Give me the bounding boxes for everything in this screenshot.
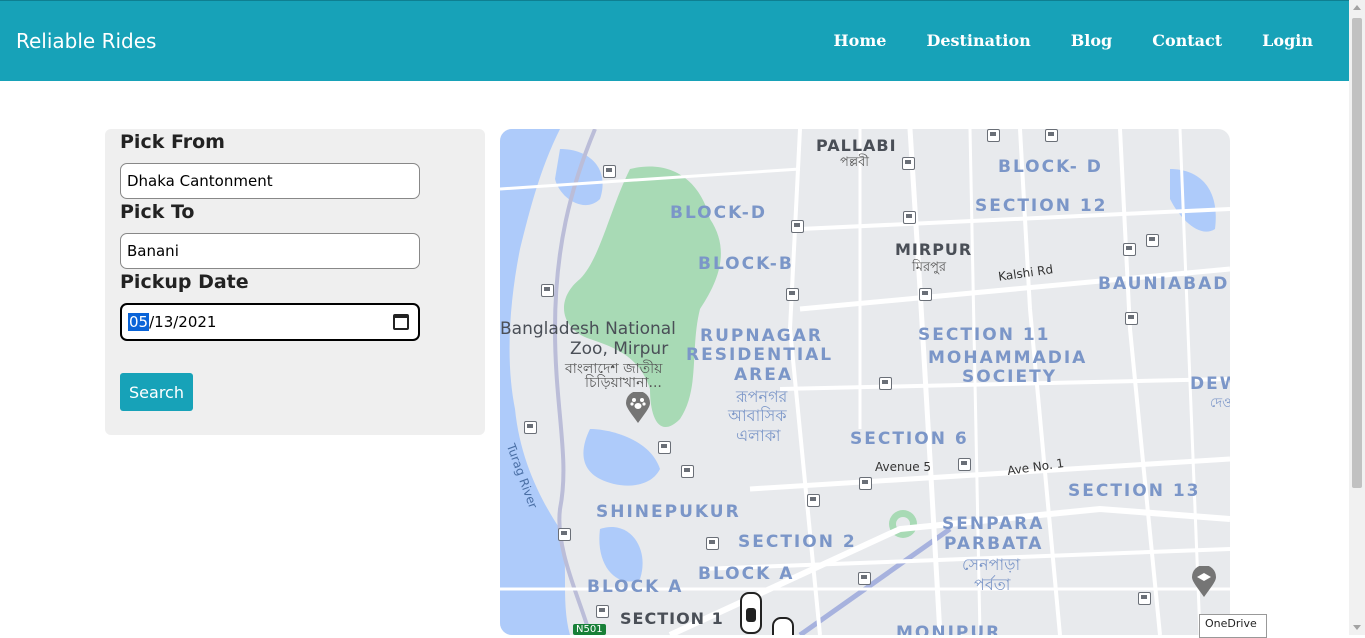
date-month-segment[interactable]: 05 — [128, 313, 150, 331]
bus-stop-icon[interactable] — [858, 572, 871, 585]
calendar-icon[interactable] — [393, 314, 409, 330]
bus-stop-icon[interactable] — [1138, 592, 1151, 605]
map-label-dew-bn: দেও — [1210, 396, 1230, 411]
zoo-paw-icon[interactable] — [626, 392, 650, 424]
bus-stop-icon[interactable] — [1123, 243, 1136, 256]
map-label-senpara: SENPARA — [942, 514, 1045, 534]
nav-contact-link[interactable]: Contact — [1152, 31, 1222, 50]
bus-stop-icon[interactable] — [919, 288, 932, 301]
map-label-shinepukur: SHINEPUKUR — [596, 502, 741, 522]
map-label-zoo-bn-2: চিড়িয়াখানা... — [585, 375, 662, 391]
date-rest-segment[interactable]: /13/2021 — [149, 313, 216, 331]
bus-stop-icon[interactable] — [791, 220, 804, 233]
map-label-residential: RESIDENTIAL — [686, 345, 834, 365]
nav-links: Home Destination Blog Contact Login — [794, 31, 1313, 50]
map-label-parbata-bn: পর্বতা — [974, 575, 1011, 594]
map-label-section-11: SECTION 11 — [918, 325, 1051, 345]
pick-to-input[interactable]: Banani — [120, 233, 420, 269]
pickup-date-input[interactable]: 05/13/2021 — [120, 303, 420, 341]
pick-from-label: Pick From — [120, 131, 225, 153]
map-label-zoo-2: Zoo, Mirpur — [570, 339, 669, 359]
bus-stop-icon[interactable] — [681, 465, 694, 478]
map-label-n501: N501 — [573, 624, 606, 635]
map-label-bauniabad: BAUNIABAD — [1098, 274, 1230, 294]
bus-stop-icon[interactable] — [1045, 129, 1058, 142]
map-label-avenue-5: Avenue 5 — [875, 460, 932, 474]
bus-stop-icon[interactable] — [859, 477, 872, 490]
car-icon[interactable] — [740, 592, 762, 634]
map-label-society: SOCIETY — [962, 367, 1058, 387]
nav-login-link[interactable]: Login — [1262, 31, 1313, 50]
map-label-mirpur: MIRPUR — [895, 240, 973, 259]
map-label-monipur: MONIPUR — [896, 623, 1002, 635]
map-label-pallabi-bn: পল্লবী — [840, 155, 870, 170]
map-label-block-d-top: BLOCK- D — [998, 157, 1103, 177]
map-label-mohammadia: MOHAMMADIA — [928, 348, 1088, 368]
map-view[interactable]: PALLABI পল্লবী BLOCK- D SECTION 12 BLOCK… — [500, 129, 1230, 635]
pick-to-label: Pick To — [120, 201, 195, 223]
nav-blog-link[interactable]: Blog — [1071, 31, 1112, 50]
map-label-area: AREA — [734, 365, 794, 385]
bus-stop-icon[interactable] — [1125, 312, 1138, 325]
page-scrollbar[interactable] — [1349, 0, 1365, 635]
bus-stop-icon[interactable] — [558, 528, 571, 541]
map-label-block-b: BLOCK-B — [698, 254, 794, 274]
map-label-elaka-bn: এলাকা — [736, 426, 781, 445]
bus-stop-icon[interactable] — [902, 157, 915, 170]
car-icon-2[interactable] — [772, 617, 794, 635]
bus-stop-icon[interactable] — [541, 284, 554, 297]
map-label-section-13: SECTION 13 — [1068, 481, 1201, 501]
nav-destination-link[interactable]: Destination — [926, 31, 1030, 50]
map-label-rupnagar: RUPNAGAR — [700, 326, 823, 346]
school-pin-icon[interactable] — [1192, 566, 1216, 598]
bus-stop-icon[interactable] — [1146, 234, 1159, 247]
bus-stop-icon[interactable] — [786, 288, 799, 301]
nav-home-link[interactable]: Home — [834, 31, 887, 50]
bus-stop-icon[interactable] — [879, 377, 892, 390]
pickup-date-label: Pickup Date — [120, 271, 249, 293]
pick-from-input[interactable]: Dhaka Cantonment — [120, 163, 420, 199]
map-label-section-6: SECTION 6 — [850, 429, 969, 449]
map-label-block-a-1: BLOCK A — [587, 577, 684, 597]
map-label-block-d: BLOCK-D — [670, 203, 767, 223]
map-label-section-2: SECTION 2 — [738, 532, 857, 552]
map-label-block-a-2: BLOCK A — [698, 564, 795, 584]
navbar: Reliable Rides Home Destination Blog Con… — [0, 0, 1349, 81]
bus-stop-icon[interactable] — [524, 421, 537, 434]
map-label-mirpur-bn: মিরপুর — [912, 260, 947, 275]
bus-stop-icon[interactable] — [903, 211, 916, 224]
bus-stop-icon[interactable] — [596, 605, 609, 618]
map-label-section-12: SECTION 12 — [975, 196, 1108, 216]
bus-stop-icon[interactable] — [706, 537, 719, 550]
scrollbar-thumb[interactable] — [1352, 18, 1362, 488]
ride-search-form: Pick From Dhaka Cantonment Pick To Banan… — [105, 129, 485, 435]
map-label-parbata: PARBATA — [944, 534, 1044, 554]
search-button[interactable]: Search — [120, 373, 193, 411]
map-label-zoo-1: Bangladesh National — [500, 319, 676, 339]
map-label-dew: DEW — [1190, 374, 1230, 394]
onedrive-tooltip: OneDrive — [1199, 614, 1267, 638]
bus-stop-icon[interactable] — [658, 441, 671, 454]
bus-stop-icon[interactable] — [958, 458, 971, 471]
scroll-down-icon[interactable] — [1353, 625, 1361, 630]
bus-stop-icon[interactable] — [603, 165, 616, 178]
bus-stop-icon[interactable] — [807, 494, 820, 507]
bus-stop-icon[interactable] — [987, 129, 1000, 142]
brand-logo[interactable]: Reliable Rides — [16, 29, 156, 53]
map-label-section-1: SECTION 1 — [620, 609, 724, 628]
scroll-up-icon[interactable] — [1353, 5, 1361, 10]
